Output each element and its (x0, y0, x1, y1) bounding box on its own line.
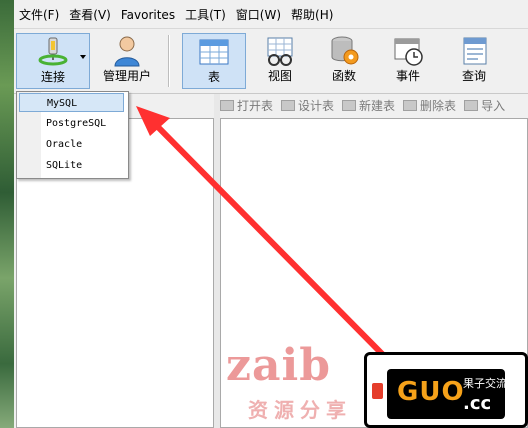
connect-dropdown-menu: MySQL PostgreSQL Oracle SQLite (16, 91, 129, 179)
open-table-label: 打开表 (237, 98, 274, 113)
design-table-icon (281, 99, 296, 111)
table-button[interactable]: 表 (182, 33, 246, 89)
manage-users-button[interactable]: 管理用户 (92, 33, 162, 89)
open-table-button[interactable]: 打开表 (220, 97, 273, 114)
menu-bar: 文件(F) 查看(V) Favorites 工具(T) 窗口(W) 帮助(H) (14, 4, 338, 26)
function-label: 函数 (331, 69, 356, 83)
object-toolbar: 打开表 设计表 新建表 删除表 导入 (220, 94, 528, 116)
new-table-label: 新建表 (359, 98, 396, 113)
manage-users-label: 管理用户 (102, 69, 151, 83)
user-icon (109, 35, 145, 67)
view-glasses-icon (262, 35, 298, 67)
import-label: 导入 (481, 98, 506, 113)
table-icon (196, 36, 232, 68)
menu-item-postgresql[interactable]: PostgreSQL (19, 114, 124, 133)
logo-tag-icon (372, 383, 383, 399)
menu-view[interactable]: 查看(V) (64, 4, 116, 26)
table-label: 表 (207, 70, 220, 84)
menu-help[interactable]: 帮助(H) (286, 4, 338, 26)
logo-brand: GUO (397, 377, 465, 407)
connect-plug-icon (35, 36, 71, 68)
delete-table-button[interactable]: 删除表 (403, 97, 456, 114)
connect-label: 连接 (40, 70, 65, 84)
query-label: 查询 (461, 69, 486, 83)
menu-file[interactable]: 文件(F) (14, 4, 64, 26)
chevron-down-icon[interactable] (80, 55, 86, 59)
view-button[interactable]: 视图 (250, 33, 310, 89)
delete-table-label: 删除表 (420, 98, 457, 113)
connect-button[interactable]: 连接 (16, 33, 90, 89)
delete-table-icon (403, 99, 418, 111)
menu-window[interactable]: 窗口(W) (231, 4, 286, 26)
watermark-text: zaib (226, 340, 331, 391)
event-label: 事件 (395, 69, 420, 83)
menu-item-mysql[interactable]: MySQL (19, 93, 124, 112)
query-button[interactable]: 查询 (444, 33, 504, 89)
function-database-icon (326, 35, 362, 67)
desktop-background-strip (0, 0, 14, 428)
open-table-icon (220, 99, 234, 111)
main-toolbar: 连接 管理用户 表 视图 函数 事件 查询 (14, 28, 528, 94)
guo-cc-logo: GUO 果子交流 .cc (364, 352, 528, 428)
event-button[interactable]: 事件 (378, 33, 438, 89)
design-table-label: 设计表 (298, 98, 335, 113)
menu-tools[interactable]: 工具(T) (180, 4, 231, 26)
event-clock-icon (390, 35, 426, 67)
query-icon (456, 35, 492, 67)
logo-suffix: .cc (463, 393, 492, 414)
new-table-icon (342, 99, 357, 111)
menu-favorites[interactable]: Favorites (116, 4, 180, 26)
import-icon (464, 99, 479, 111)
design-table-button[interactable]: 设计表 (281, 97, 334, 114)
view-label: 视图 (267, 69, 292, 83)
function-button[interactable]: 函数 (314, 33, 374, 89)
logo-caption: 果子交流 (463, 377, 507, 390)
toolbar-separator (168, 35, 170, 87)
import-button[interactable]: 导入 (464, 97, 505, 114)
watermark-subtitle: 资源分享 (248, 398, 352, 422)
menu-item-sqlite[interactable]: SQLite (19, 156, 124, 175)
menu-item-oracle[interactable]: Oracle (19, 135, 124, 154)
new-table-button[interactable]: 新建表 (342, 97, 395, 114)
